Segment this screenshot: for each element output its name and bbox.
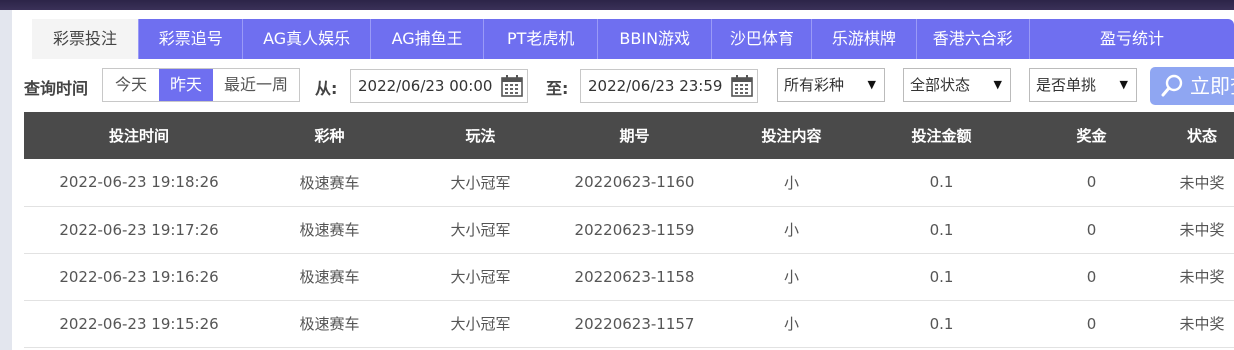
cell-status: 未中奖 [1179, 221, 1225, 239]
tab-ag-live[interactable]: AG真人娱乐 [242, 19, 370, 59]
to-label: 至: [546, 79, 569, 98]
col-header-status: 状态 [1186, 127, 1217, 145]
table-header-row: 投注时间 彩种 玩法 期号 投注内容 投注金额 奖金 状态 [24, 112, 1234, 159]
tab-leyou-cards[interactable]: 乐游棋牌 [811, 19, 916, 59]
cell-issue: 20220623-1157 [574, 314, 695, 333]
cell-bet-time: 2022-06-23 19:15:26 [59, 314, 219, 333]
cell-play-type: 大小冠军 [450, 315, 511, 333]
cell-bet-content: 小 [783, 268, 799, 286]
cell-bet-amount: 0.1 [929, 267, 954, 286]
cell-prize: 0 [1086, 267, 1097, 286]
tab-profit-stats[interactable]: 盈亏统计 [1029, 19, 1234, 59]
table-row[interactable]: 2022-06-23 19:18:26 极速赛车 大小冠军 20220623-1… [24, 159, 1234, 206]
cell-bet-time: 2022-06-23 19:16:26 [59, 267, 219, 286]
triangle-down-icon: ▼ [867, 78, 876, 91]
cell-bet-amount: 0.1 [929, 314, 954, 333]
left-edge-strip [0, 10, 12, 350]
table-row[interactable]: 2022-06-23 19:17:26 极速赛车 大小冠军 20220623-1… [24, 206, 1234, 253]
col-header-bet-content: 投注内容 [761, 127, 822, 145]
cell-play-type: 大小冠军 [450, 221, 511, 239]
to-date-input[interactable]: 2022/06/23 23:59 [580, 69, 758, 103]
tab-ag-fishing[interactable]: AG捕鱼王 [369, 19, 484, 59]
cell-lottery: 极速赛车 [299, 173, 360, 192]
bet-records-table: 投注时间 彩种 玩法 期号 投注内容 投注金额 奖金 状态 2022-06-23… [24, 112, 1234, 348]
col-header-bet-amount: 投注金额 [911, 127, 972, 145]
cell-bet-amount: 0.1 [929, 173, 954, 192]
cell-play-type: 大小冠军 [450, 268, 511, 286]
range-yesterday-button[interactable]: 昨天 [159, 69, 213, 101]
from-date-input[interactable]: 2022/06/23 00:00 [350, 69, 528, 103]
cell-bet-time: 2022-06-23 19:18:26 [59, 173, 219, 192]
top-banner [0, 0, 1234, 10]
game-tab-bar: 彩票投注 彩票追号 AG真人娱乐 AG捕鱼王 PT老虎机 BBIN游戏 沙巴体育… [32, 19, 1234, 59]
from-date-value: 2022/06/23 00:00 [358, 77, 493, 95]
tab-bbin-games[interactable]: BBIN游戏 [596, 19, 712, 59]
lottery-type-select[interactable]: 所有彩种 ▼ [777, 68, 885, 102]
date-range-segment: 今天 昨天 最近一周 [102, 68, 300, 102]
col-header-prize: 奖金 [1076, 127, 1107, 145]
cell-lottery: 极速赛车 [299, 221, 360, 239]
cell-play-type: 大小冠军 [450, 173, 511, 192]
cell-bet-time: 2022-06-23 19:17:26 [59, 220, 219, 239]
range-last-week-button[interactable]: 最近一周 [213, 69, 299, 101]
from-label: 从: [315, 79, 338, 98]
cell-bet-amount: 0.1 [929, 220, 954, 239]
cell-lottery: 极速赛车 [299, 315, 360, 333]
tab-hk-mark-six[interactable]: 香港六合彩 [915, 19, 1030, 59]
col-header-bet-time: 投注时间 [108, 127, 169, 145]
cell-bet-content: 小 [783, 173, 799, 192]
filter-bar: 查询时间 今天 昨天 最近一周 从: 2022/06/23 00:00 至: 2… [0, 66, 1234, 106]
search-button[interactable]: 立即查 [1150, 67, 1234, 105]
cell-bet-content: 小 [783, 221, 799, 239]
cell-prize: 0 [1086, 314, 1097, 333]
cell-issue: 20220623-1158 [574, 267, 695, 286]
cell-bet-content: 小 [783, 315, 799, 333]
table-row[interactable]: 2022-06-23 19:16:26 极速赛车 大小冠军 20220623-1… [24, 253, 1234, 300]
triangle-down-icon: ▼ [1119, 78, 1128, 91]
cell-status: 未中奖 [1179, 173, 1225, 192]
search-button-label: 立即查 [1190, 74, 1234, 98]
calendar-icon[interactable] [731, 75, 753, 97]
single-pick-select[interactable]: 是否单挑 ▼ [1029, 68, 1137, 102]
cell-status: 未中奖 [1179, 268, 1225, 286]
lottery-type-value: 所有彩种 [784, 76, 845, 94]
cell-prize: 0 [1086, 173, 1097, 192]
tab-lottery-chase[interactable]: 彩票追号 [138, 19, 243, 59]
status-select[interactable]: 全部状态 ▼ [903, 68, 1011, 102]
col-header-issue: 期号 [619, 127, 650, 145]
tab-lottery-bet[interactable]: 彩票投注 [32, 19, 139, 59]
query-time-label: 查询时间 [24, 79, 89, 98]
tab-saba-sports[interactable]: 沙巴体育 [711, 19, 812, 59]
calendar-icon[interactable] [501, 75, 523, 97]
table-row[interactable]: 2022-06-23 19:15:26 极速赛车 大小冠军 20220623-1… [24, 300, 1234, 347]
search-icon [1161, 74, 1183, 97]
tab-pt-slots[interactable]: PT老虎机 [483, 19, 597, 59]
cell-prize: 0 [1086, 220, 1097, 239]
cell-issue: 20220623-1160 [574, 173, 695, 192]
triangle-down-icon: ▼ [993, 78, 1002, 91]
cell-lottery: 极速赛车 [299, 268, 360, 286]
range-today-button[interactable]: 今天 [103, 69, 159, 101]
col-header-play-type: 玩法 [465, 127, 496, 145]
col-header-lottery: 彩种 [314, 127, 345, 145]
to-date-value: 2022/06/23 23:59 [588, 77, 723, 95]
single-pick-value: 是否单挑 [1036, 76, 1097, 94]
status-value: 全部状态 [910, 76, 971, 94]
cell-status: 未中奖 [1179, 315, 1225, 333]
cell-issue: 20220623-1159 [574, 220, 695, 239]
